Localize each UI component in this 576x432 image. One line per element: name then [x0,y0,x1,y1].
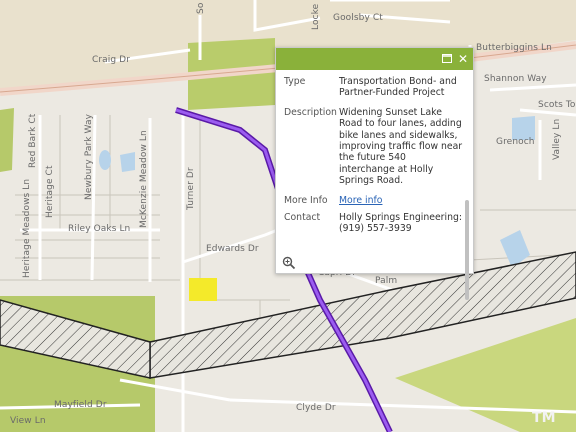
popup-row-more-info: More Info More info [276,195,464,206]
street-label-butterbiggins: Butterbiggins Ln [476,43,552,53]
more-info-link[interactable]: More info [339,195,464,206]
field-value: Widening Sunset Lake Road to four lanes,… [339,106,463,187]
street-label-riley-oaks: Riley Oaks Ln [68,224,131,234]
maximize-icon[interactable] [440,52,454,66]
info-popup: ✕ Type Transportation Bond- and Partner-… [275,47,474,300]
watermark: TM [532,410,556,426]
popup-content: Type Transportation Bond- and Partner-Fu… [276,70,464,280]
zoom-to-icon[interactable] [282,255,296,270]
popup-row-type: Type Transportation Bond- and Partner-Fu… [276,76,464,99]
street-label-mckenzie: McKenzie Meadow Ln [139,130,149,228]
field-label: More Info [284,194,328,206]
street-label-grenoch: Grenoch [496,137,535,147]
street-label-scots: Scots Tow [538,100,576,110]
street-label-locke: Locke [311,3,321,30]
field-value: Holly Springs Engineering: (919) 557-393… [339,212,463,235]
field-value: Transportation Bond- and Partner-Funded … [339,76,457,99]
popup-row-description: Description Widening Sunset Lake Road to… [276,107,464,187]
street-label-clyde: Clyde Dr [296,403,336,413]
street-label-turner: Turner Dr [186,167,196,210]
field-label: Contact [284,212,321,224]
field-label: Description [284,106,337,118]
street-label-heritage-ct: Heritage Ct [45,165,55,218]
street-label-heritage-meadows: Heritage Meadows Ln [22,178,32,278]
popup-row-contact: Contact Holly Springs Engineering: (919)… [276,212,464,235]
street-label-shannon: Shannon Way [484,74,547,84]
popup-header: ✕ [276,48,473,70]
street-label-edwards: Edwards Dr [206,244,259,254]
street-label-south: So [196,2,206,14]
street-label-red-bark: Red Bark Ct [28,113,38,168]
field-label: Type [284,76,306,87]
street-label-view: View Ln [10,416,46,426]
close-icon[interactable]: ✕ [456,52,470,66]
street-label-craig: Craig Dr [92,55,131,65]
map-canvas[interactable]: Goolsby Ct Craig Dr Locke So Butterbiggi… [0,0,576,432]
street-label-mayfield: Mayfield Dr [54,400,107,410]
street-label-valley: Valley Ln [552,118,562,160]
street-label-goolsby: Goolsby Ct [333,13,383,23]
highlighted-parcel [189,278,217,301]
popup-scrollbar[interactable] [465,200,469,300]
street-label-newbury-park: Newbury Park Way [84,113,94,200]
